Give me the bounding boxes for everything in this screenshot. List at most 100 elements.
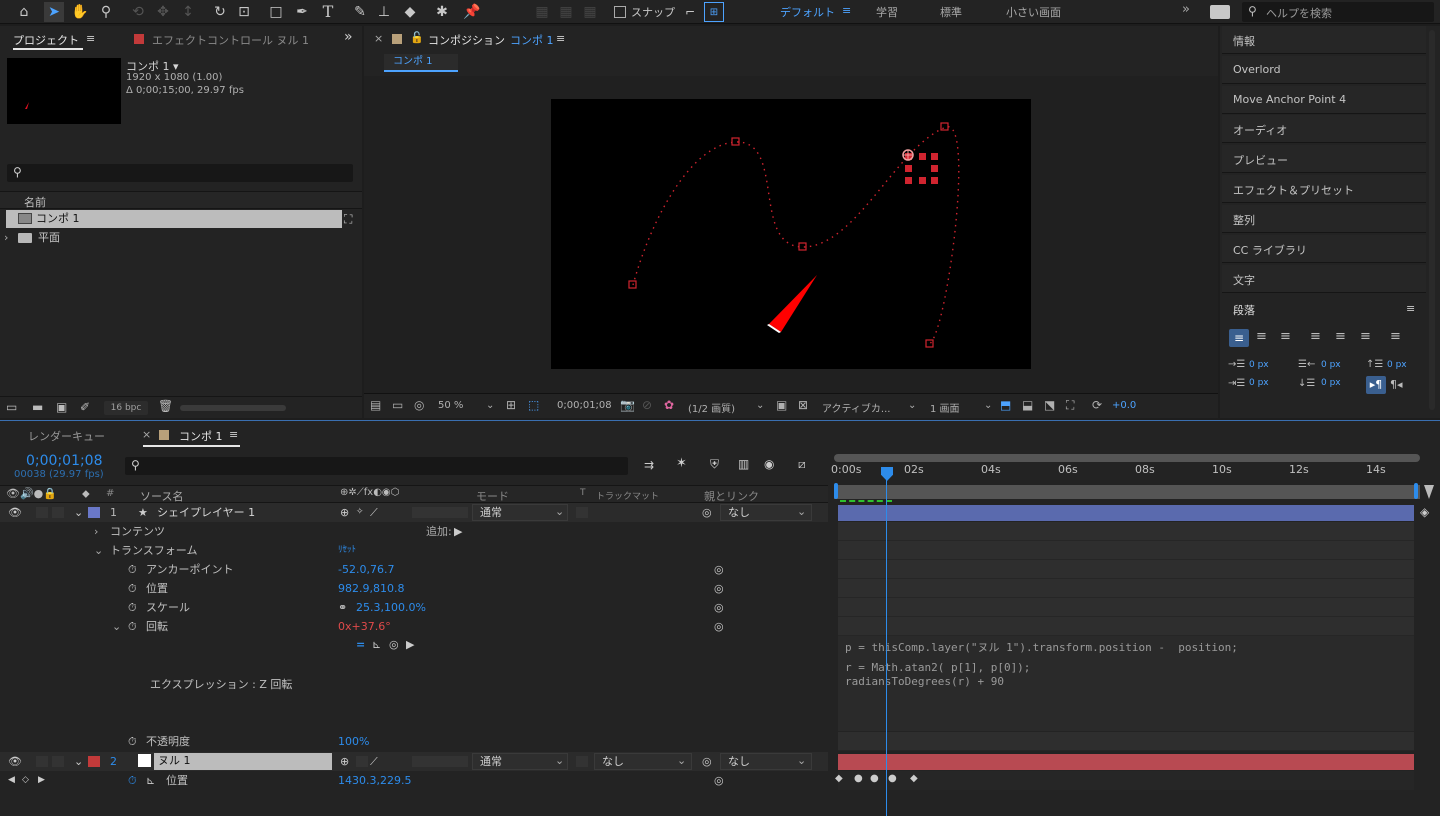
workspace-menu-icon[interactable]: ≡ xyxy=(842,4,851,17)
panel-menu-icon[interactable]: ≡ xyxy=(86,32,95,45)
expression-line-3[interactable]: radiansToDegrees(r) + 90 xyxy=(845,675,1004,688)
flowchart-viewer-icon[interactable]: ⬓ xyxy=(1022,398,1033,412)
panel-menu-icon[interactable]: ≡ xyxy=(229,428,238,441)
project-item-folder[interactable]: › 平面 xyxy=(4,229,342,247)
more-workspaces-icon[interactable]: » xyxy=(1182,2,1190,17)
tab-project[interactable]: プロジェクト xyxy=(13,32,79,48)
panel-overlord[interactable]: Overlord xyxy=(1222,56,1426,84)
hand-tool-icon[interactable]: ✋ xyxy=(70,2,90,22)
prop-value[interactable]: 100% xyxy=(338,732,369,751)
layer-search-input[interactable]: ⚲ xyxy=(125,457,628,475)
column-parent-link[interactable]: 親とリンク xyxy=(704,488,759,504)
first-line-indent-value[interactable]: 0 px xyxy=(1249,378,1269,388)
pick-whip-icon[interactable]: ◎ xyxy=(702,752,712,771)
track-matte-toggle[interactable] xyxy=(576,507,588,518)
pen-tool-icon[interactable]: ✒ xyxy=(292,2,312,22)
chevron-right-icon[interactable]: › xyxy=(4,229,8,247)
space-after-icon[interactable]: ↓☰ xyxy=(1298,378,1315,389)
expression-graph-icon[interactable]: ⊾ xyxy=(372,635,381,654)
workspace-small-screen[interactable]: 小さい画面 xyxy=(1006,4,1061,20)
layer-switch-boxes[interactable] xyxy=(412,756,468,767)
color-channels-icon[interactable]: ✿ xyxy=(664,398,674,412)
chevron-down-icon[interactable]: ⌄ xyxy=(94,541,103,560)
panel-align[interactable]: 整列 xyxy=(1222,205,1426,233)
new-folder-icon[interactable]: ▬ xyxy=(32,400,43,414)
expression-language-menu-icon[interactable]: ▶ xyxy=(406,635,414,654)
blend-mode-select[interactable]: 通常 ⌄ xyxy=(472,753,568,770)
roto-brush-icon[interactable]: ✱ xyxy=(432,2,452,22)
keyframe-icon[interactable]: ● xyxy=(870,773,879,784)
pick-whip-icon[interactable]: ◎ xyxy=(714,617,724,636)
close-icon[interactable]: × xyxy=(374,32,383,45)
right-panel-scrollbar[interactable] xyxy=(1429,30,1435,410)
layer-bar-shape[interactable] xyxy=(838,505,1414,521)
column-source-name[interactable]: ソース名 xyxy=(140,488,183,504)
property-group-transform[interactable]: ⌄ トランスフォーム ﾘｾｯﾄ xyxy=(0,541,828,560)
anchor-tool-icon[interactable]: ⊡ xyxy=(234,2,254,22)
keyframe-icon[interactable]: ● xyxy=(854,773,863,784)
viewer-title-comp[interactable]: コンポ 1 xyxy=(510,32,554,48)
prop-value[interactable]: 982.9,810.8 xyxy=(338,579,404,598)
comp-flowchart-icon[interactable]: ⛶ xyxy=(1066,398,1074,413)
close-icon[interactable]: × xyxy=(142,428,151,441)
frame-blending-icon[interactable]: ▥ xyxy=(738,457,749,471)
flowchart-icon[interactable]: ⛶ xyxy=(344,212,352,227)
exposure-value[interactable]: +0.0 xyxy=(1112,400,1136,411)
comp-mini-flowchart-icon[interactable]: ⇉ xyxy=(644,458,654,472)
layer-row-null[interactable]: 👁 ⌄ 2 ヌル 1 ⊕ ⟋ 通常 ⌄ なし ⌄ ◎ なし ⌄ xyxy=(0,752,828,771)
label-color-chip[interactable] xyxy=(88,507,100,518)
chevron-down-icon[interactable]: ⌄ xyxy=(756,400,764,411)
tab-comp[interactable]: コンポ 1 xyxy=(179,428,223,444)
indent-right-icon[interactable]: ☰← xyxy=(1298,359,1315,370)
stopwatch-icon[interactable]: ⏱ xyxy=(128,560,137,579)
align-center-icon[interactable]: ≡ xyxy=(1256,329,1267,344)
label-icon[interactable]: ⬥ xyxy=(82,487,90,501)
work-area-end-handle[interactable] xyxy=(1414,483,1418,499)
layer-switch-boxes[interactable] xyxy=(412,507,468,518)
track-matte-select[interactable]: なし ⌄ xyxy=(594,753,692,770)
work-area-start-handle[interactable] xyxy=(834,483,838,499)
orbit-camera-icon[interactable]: ⟲ xyxy=(128,2,148,22)
path-keyframe[interactable] xyxy=(925,339,934,348)
pick-whip-icon[interactable]: ◎ xyxy=(702,503,712,522)
work-area-bar[interactable] xyxy=(834,454,1420,462)
space-before-value[interactable]: 0 px xyxy=(1387,360,1407,370)
layer-end-marker-icon[interactable]: ◈ xyxy=(1420,505,1429,519)
viewer-timecode[interactable]: 0;00;01;08 xyxy=(557,400,612,411)
column-mode[interactable]: モード xyxy=(476,488,509,504)
brush-tool-icon[interactable]: ✎ xyxy=(350,2,370,22)
text-tool-icon[interactable]: T xyxy=(318,2,338,22)
puppet-pin-icon[interactable]: 📌 xyxy=(462,2,482,22)
shy-switch-icon[interactable]: ⊕ xyxy=(340,503,349,522)
layer-row-shape[interactable]: 👁 ⌄ 1 ★ シェイプレイヤー 1 ⊕ ✧ ⟋ 通常 ⌄ ◎ なし ⌄ xyxy=(0,503,828,522)
collapse-switch-box[interactable] xyxy=(356,756,368,767)
panel-preview[interactable]: プレビュー xyxy=(1222,145,1426,173)
panel-menu-icon[interactable]: ≡ xyxy=(1406,302,1415,315)
chevron-down-icon[interactable]: ⌄ xyxy=(486,400,494,411)
prop-value-expression[interactable]: 0x+37.6° xyxy=(338,617,391,636)
panel-menu-icon[interactable]: ≡ xyxy=(556,32,565,45)
column-track-matte[interactable]: トラックマット xyxy=(596,489,659,502)
shy-switch-icon[interactable]: ⊕ xyxy=(340,752,349,771)
panel-info[interactable]: 情報 xyxy=(1222,26,1426,54)
column-t[interactable]: T xyxy=(580,488,586,498)
panel-character[interactable]: 文字 xyxy=(1222,265,1426,293)
constrain-proportions-icon[interactable]: ⚭ xyxy=(338,598,347,617)
prop-value[interactable]: 1430.3,229.5 xyxy=(338,771,411,790)
red-triangle-shape[interactable] xyxy=(769,275,817,332)
pick-whip-icon[interactable]: ◎ xyxy=(714,598,724,617)
stopwatch-icon[interactable]: ⏱ xyxy=(128,617,137,636)
null-layer-icon[interactable] xyxy=(905,153,938,184)
mask-visibility-icon[interactable]: ◎ xyxy=(414,398,424,412)
expression-pick-whip-icon[interactable]: ◎ xyxy=(389,635,399,654)
clone-stamp-icon[interactable]: ⊥ xyxy=(374,2,394,22)
playhead-handle[interactable] xyxy=(881,467,893,481)
prop-value[interactable]: -52.0,76.7 xyxy=(338,560,394,579)
space-before-icon[interactable]: ↑☰ xyxy=(1366,359,1383,370)
rotate-tool-icon[interactable]: ↻ xyxy=(210,2,230,22)
keyframe-icon[interactable]: ◆ xyxy=(835,773,843,784)
paragraph-title[interactable]: 段落 xyxy=(1233,302,1255,318)
layer-name-field[interactable]: ヌル 1 xyxy=(154,753,332,770)
collapse-switch-icon[interactable]: ✧ xyxy=(356,503,364,522)
pick-whip-icon[interactable]: ◎ xyxy=(714,771,724,790)
